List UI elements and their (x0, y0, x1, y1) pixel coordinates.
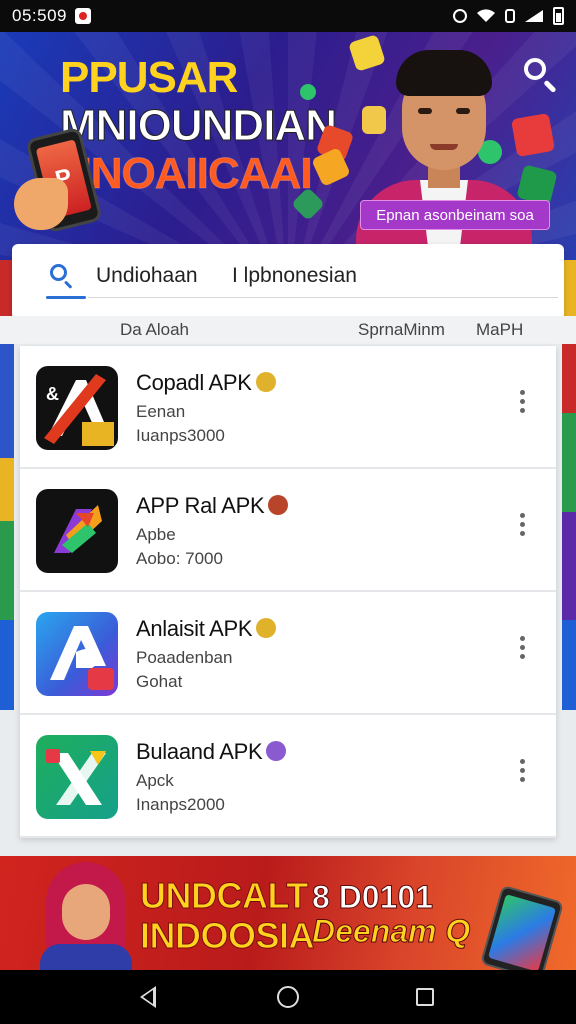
hero-title-line1: PPUSAR (60, 53, 238, 102)
more-options-icon[interactable] (517, 390, 527, 418)
search-filter-chip[interactable]: I lpbnonesian (232, 264, 357, 288)
app-subtitle: Eenan (136, 402, 186, 421)
column-header-right[interactable]: MaPH (476, 320, 523, 340)
navigation-bar (0, 970, 576, 1024)
search-bar[interactable]: Undiohaan I lpbnonesian (12, 244, 564, 320)
app-subtitle: Poaadenban (136, 648, 233, 667)
list-column-header: Da Aloah SprnaMinm MaPH (0, 316, 576, 344)
more-options-icon[interactable] (517, 636, 527, 664)
alarm-icon (453, 9, 467, 23)
more-options-icon[interactable] (517, 513, 527, 541)
vibrate-icon (505, 9, 515, 23)
verified-badge-icon (256, 618, 277, 638)
app-title[interactable]: Anlaisit APK (136, 616, 277, 642)
app-icon-black-red-a[interactable]: & (36, 366, 118, 450)
search-icon[interactable] (518, 52, 558, 94)
recent-apps-icon[interactable] (416, 988, 434, 1006)
search-active-indicator (46, 296, 86, 299)
app-meta: Inanps2000 (136, 795, 225, 814)
status-time: 05:509 (12, 6, 67, 25)
hero-title-line3: UNOAIICAAI (60, 149, 314, 198)
search-underline (88, 297, 558, 298)
status-bar: 05:509 (0, 0, 576, 32)
app-meta: Gohat (136, 672, 183, 691)
app-list-item[interactable]: Anlaisit APK Poaadenban Gohat (20, 592, 556, 715)
battery-icon (553, 7, 564, 25)
verified-badge-icon (266, 741, 287, 761)
hero-title: PPUSAR MNIOUNDIAN UNOAIICAAI (60, 53, 338, 199)
more-options-icon[interactable] (517, 759, 527, 787)
app-meta: Iuanps3000 (136, 426, 225, 445)
app-list-item[interactable]: APP Ral APK Apbe Aobo: 7000 (20, 469, 556, 592)
verified-badge-icon (255, 372, 276, 392)
app-list: & Copadl APK Eenan Iuanps3000 APP Ral AP… (20, 346, 556, 838)
signal-icon (525, 10, 543, 22)
bottom-banner-title: UNDCALT INDOOSIA (139, 875, 315, 956)
app-icon-green-x[interactable] (36, 735, 118, 819)
banner-person-illustration (40, 862, 132, 970)
search-icon[interactable] (48, 262, 74, 289)
phone-in-hand-illustration: P (14, 126, 103, 242)
search-input[interactable]: Undiohaan (96, 264, 198, 288)
status-right (453, 7, 564, 25)
hand-illustration (14, 178, 68, 230)
home-icon[interactable] (277, 986, 299, 1008)
status-left: 05:509 (12, 6, 91, 26)
bottom-ad-banner[interactable]: UNDCALT INDOOSIA 8 D0101 Deenam Q (0, 856, 576, 970)
notification-icon (75, 8, 91, 24)
hero-tag: Epnan asonbeinam soa (360, 200, 550, 230)
svg-text:&: & (46, 384, 59, 404)
column-header-left[interactable]: Da Aloah (120, 320, 189, 340)
back-icon[interactable] (140, 986, 156, 1008)
app-title[interactable]: Bulaand APK (136, 739, 287, 765)
bottom-banner-tagline: 8 D0101 Deenam Q (311, 879, 471, 949)
app-list-item[interactable]: & Copadl APK Eenan Iuanps3000 (20, 346, 556, 469)
phone-icon (479, 884, 565, 970)
app-meta: Aobo: 7000 (136, 549, 223, 568)
column-header-mid[interactable]: SprnaMinm (358, 320, 445, 340)
floating-app-icon (300, 84, 316, 100)
app-title[interactable]: APP Ral APK (136, 493, 289, 519)
app-list-item[interactable]: Bulaand APK Apck Inanps2000 (20, 715, 556, 838)
hero-banner[interactable]: PPUSAR MNIOUNDIAN UNOAIICAAI P Epnan aso… (0, 32, 576, 260)
app-icon-black-colorful[interactable] (36, 489, 118, 573)
verified-badge-icon (268, 495, 289, 515)
wifi-icon (477, 9, 495, 22)
app-subtitle: Apbe (136, 525, 176, 544)
app-subtitle: Apck (136, 771, 174, 790)
app-icon-blue-a[interactable] (36, 612, 118, 696)
hero-title-line2: MNIOUNDIAN (60, 101, 338, 150)
app-title[interactable]: Copadl APK (136, 370, 276, 396)
